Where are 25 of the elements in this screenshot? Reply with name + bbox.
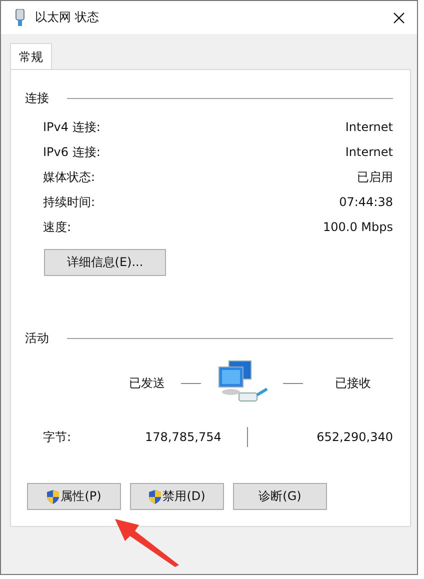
section-heading: 连接 [25,90,49,107]
field-label: IPv4 连接: [43,119,100,136]
bytes-sent: 178,785,754 [145,430,222,444]
bytes-received: 652,290,340 [316,430,393,444]
bytes-label: 字节: [43,428,72,446]
field-value: Internet [345,119,393,136]
received-label: 已接收 [335,374,371,392]
sent-label: 已发送 [129,374,166,392]
tab[interactable]: 常规 [10,43,52,70]
details-button[interactable]: 详细信息(E)... [44,249,166,276]
shield-button[interactable]: 禁用(D) [130,483,224,510]
field-value: Internet [345,144,393,161]
window-title: 以太网 状态 [35,9,100,26]
field-label: 速度: [43,219,72,236]
close-icon[interactable] [393,12,405,24]
dialog-button[interactable]: 诊断(G) [233,483,327,510]
field-label: IPv6 连接: [43,144,100,161]
field-value: 07:44:38 [339,194,393,211]
field-value: 已启用 [357,169,393,186]
network-plug-icon [15,8,25,26]
shield-button[interactable]: 属性(P) [27,483,121,510]
field-label: 媒体状态: [43,169,96,186]
section-heading: 活动 [25,330,49,347]
field-label: 持续时间: [43,194,96,211]
field-value: 100.0 Mbps [322,219,393,236]
